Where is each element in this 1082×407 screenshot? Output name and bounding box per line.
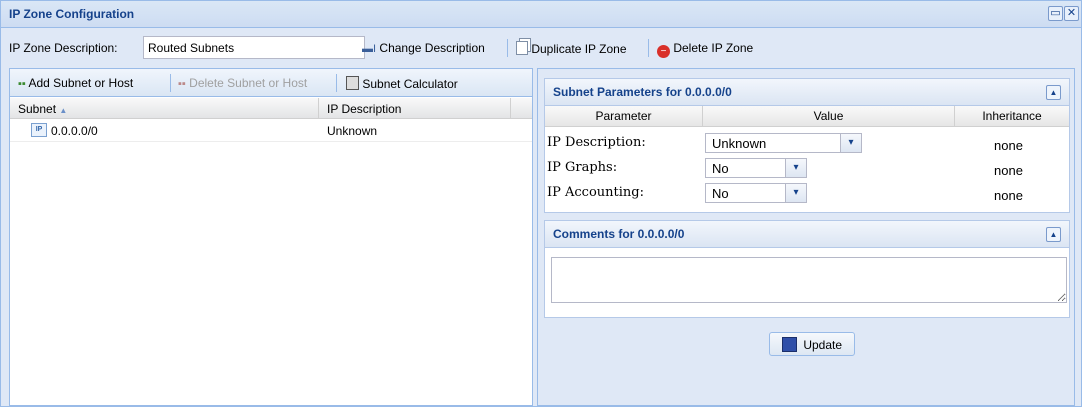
table-row[interactable]: IP 0.0.0.0/0 Unknown [10,119,532,142]
duplicate-icon [516,41,528,55]
column-subnet[interactable]: Subnet ▲ [18,102,67,116]
param-inheritance: none [994,188,1023,203]
subnet-parameters-title: Subnet Parameters for 0.0.0.0/0 [553,85,732,99]
ip-zone-window: IP Zone Configuration ▭ ✕ IP Zone Descri… [0,0,1082,407]
subnet-toolbar: ▪▪ Add Subnet or Host ▪▪ Delete Subnet o… [10,69,532,97]
row-ip-description: Unknown [327,124,378,138]
param-col-value: Value [703,106,955,127]
comments-textarea[interactable] [551,257,1067,303]
chevron-down-icon[interactable]: ▾ [785,159,806,177]
zone-description-label: IP Zone Description: [9,41,118,55]
zone-description-input[interactable] [143,36,365,59]
subnet-panel: ▪▪ Add Subnet or Host ▪▪ Delete Subnet o… [9,68,533,406]
zone-toolbar: IP Zone Description: ▬I Change Descripti… [1,28,1081,63]
toolbar-separator [507,39,508,57]
chevron-down-icon[interactable]: ▾ [840,134,861,152]
maximize-icon[interactable]: ▭ [1048,6,1063,21]
delete-network-icon: ▪▪ [178,78,186,90]
add-subnet-button[interactable]: ▪▪ Add Subnet or Host [18,76,133,90]
collapse-icon[interactable]: ▲ [1046,85,1061,100]
param-label: IP Description: [547,135,646,150]
param-inheritance: none [994,163,1023,178]
sort-ascending-icon: ▲ [59,106,68,115]
subnet-parameters-fieldset: Subnet Parameters for 0.0.0.0/0 ▲ Parame… [544,78,1070,213]
column-divider [318,98,319,118]
ip-accounting-select[interactable]: No ▾ [705,183,807,203]
collapse-icon[interactable]: ▲ [1046,227,1061,242]
delete-subnet-button[interactable]: ▪▪ Delete Subnet or Host [178,76,307,90]
toolbar-separator [170,74,171,92]
subnet-grid-header: Subnet ▲ IP Description [10,98,532,119]
subnet-parameters-header: Subnet Parameters for 0.0.0.0/0 ▲ [545,79,1069,106]
ip-subnet-icon: IP [31,123,47,137]
param-inheritance: none [994,138,1023,153]
rename-icon: ▬I [362,43,377,55]
params-header-row: Parameter Value Inheritance [545,106,1069,127]
toolbar-separator [648,39,649,57]
change-description-button[interactable]: ▬I Change Description [362,41,485,55]
save-icon [781,336,797,352]
toolbar-separator [336,74,337,92]
column-ip-description[interactable]: IP Description [327,102,401,116]
calculator-icon [346,76,359,90]
param-label: IP Graphs: [547,160,618,175]
add-network-icon: ▪▪ [18,78,26,90]
ip-graphs-select[interactable]: No ▾ [705,158,807,178]
param-label: IP Accounting: [547,185,644,200]
duplicate-zone-button[interactable]: Duplicate IP Zone [516,41,627,56]
param-col-inheritance: Inheritance [955,106,1069,127]
subnet-calculator-button[interactable]: Subnet Calculator [346,76,458,91]
delete-icon: − [657,45,670,58]
chevron-down-icon[interactable]: ▾ [785,184,806,202]
comments-title: Comments for 0.0.0.0/0 [553,227,685,241]
row-subnet: 0.0.0.0/0 [51,124,98,138]
comments-fieldset: Comments for 0.0.0.0/0 ▲ [544,220,1070,318]
details-panel: Subnet Parameters for 0.0.0.0/0 ▲ Parame… [537,68,1075,406]
close-icon[interactable]: ✕ [1064,6,1079,21]
ip-description-select[interactable]: Unknown ▾ [705,133,862,153]
param-col-parameter: Parameter [545,106,703,127]
update-button[interactable]: Update [769,332,855,356]
delete-zone-button[interactable]: − Delete IP Zone [657,41,753,58]
window-titlebar: IP Zone Configuration ▭ ✕ [1,1,1081,28]
column-divider [510,98,511,118]
window-title: IP Zone Configuration [9,7,135,21]
comments-header: Comments for 0.0.0.0/0 ▲ [545,221,1069,248]
